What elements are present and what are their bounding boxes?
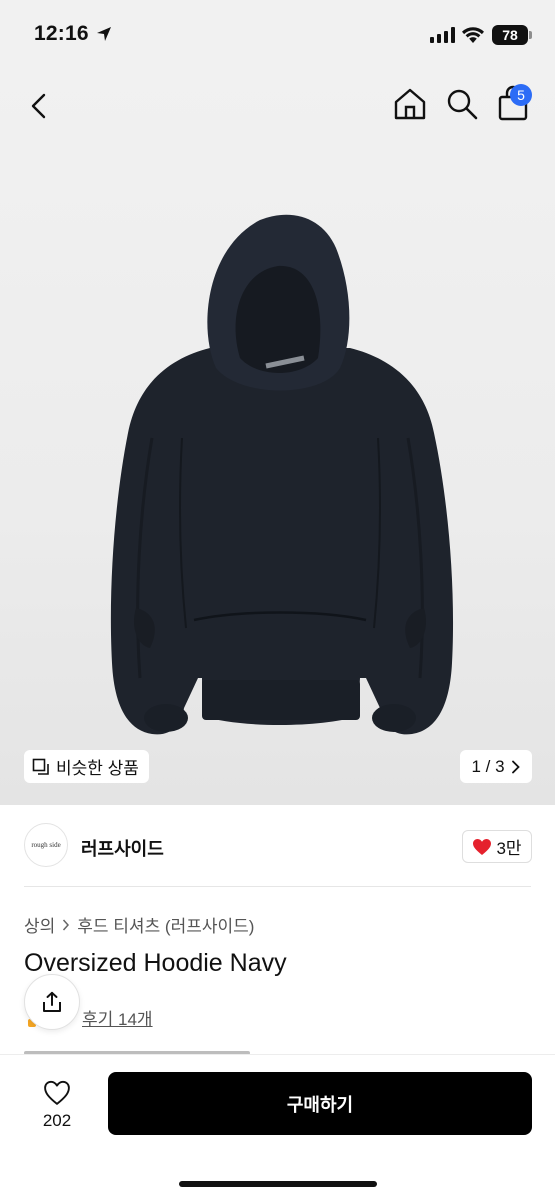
chevron-right-icon — [63, 918, 70, 931]
similar-icon — [32, 758, 49, 775]
battery-indicator: 78 — [492, 25, 528, 45]
store-logo[interactable]: rough side — [24, 823, 68, 867]
store-like-button[interactable]: 3만 — [462, 830, 532, 863]
location-arrow-icon — [97, 27, 111, 41]
home-indicator[interactable] — [179, 1181, 377, 1187]
chevron-right-icon — [511, 760, 520, 773]
status-time: 12:16 — [34, 22, 89, 45]
section-divider — [24, 886, 531, 887]
store-name[interactable]: 러프사이드 — [81, 835, 164, 861]
battery-cap — [529, 31, 532, 39]
buy-button[interactable]: 구매하기 — [108, 1072, 532, 1135]
product-image — [110, 214, 454, 735]
image-page-indicator[interactable]: 1 / 3 — [460, 750, 532, 783]
breadcrumb-subcategory[interactable]: 후드 티셔츠 (러프사이드) — [77, 912, 254, 937]
breadcrumb-category[interactable]: 상의 — [24, 912, 55, 937]
home-icon[interactable] — [392, 86, 428, 122]
heart-filled-icon — [473, 838, 492, 855]
search-icon[interactable] — [444, 86, 480, 122]
wifi-icon — [462, 27, 484, 43]
bottom-action-bar: 202 구매하기 — [0, 1054, 555, 1200]
page-indicator-text: 1 / 3 — [471, 756, 505, 776]
review-link[interactable]: 후기 14개 — [82, 1005, 153, 1030]
store-logo-text: rough side — [31, 841, 61, 849]
wish-count: 202 — [42, 1111, 72, 1130]
product-title: Oversized Hoodie Navy — [24, 949, 287, 977]
share-button[interactable] — [24, 974, 80, 1030]
store-info: rough side 러프사이드 3만 — [0, 805, 555, 887]
breadcrumb: 상의 후드 티셔츠 (러프사이드) — [24, 912, 254, 937]
cart-count-badge: 5 — [510, 84, 532, 106]
heart-outline-icon[interactable] — [32, 1075, 82, 1109]
back-icon[interactable] — [24, 90, 56, 122]
share-icon — [43, 991, 61, 1012]
store-like-count: 3만 — [496, 839, 522, 858]
similar-products-button[interactable]: 비슷한 상품 — [24, 750, 149, 783]
cellular-signal-icon — [430, 27, 455, 43]
product-image-gallery[interactable]: 5 비슷한 상품 1 / 3 — [0, 70, 555, 805]
similar-products-label: 비슷한 상품 — [56, 759, 139, 778]
status-bar: 12:16 78 — [0, 0, 555, 70]
